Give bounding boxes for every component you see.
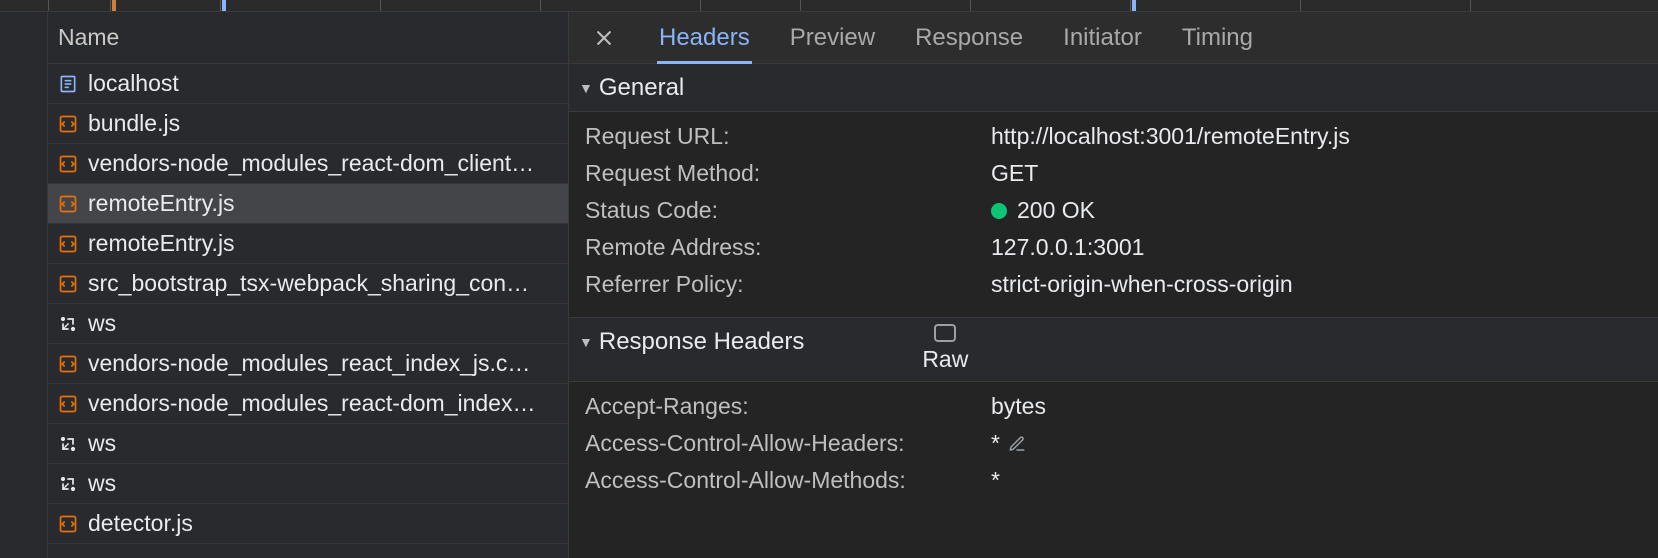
kv-value-text: http://localhost:3001/remoteEntry.js: [991, 123, 1350, 150]
general-row: Request Method:GET: [569, 155, 1658, 192]
script-icon: [58, 154, 78, 174]
request-row-label: ws: [88, 470, 568, 497]
response-header-row: Access-Control-Allow-Methods:*: [569, 462, 1658, 499]
request-row-label: vendors-node_modules_react_index_js.c…: [88, 350, 568, 377]
kv-value-text: 127.0.0.1:3001: [991, 234, 1144, 261]
name-column-header[interactable]: Name: [48, 12, 568, 64]
response-header-row: Access-Control-Allow-Headers:*: [569, 425, 1658, 462]
general-section-title: General: [599, 74, 684, 102]
kv-key: Status Code:: [585, 197, 991, 224]
tab-initiator[interactable]: Initiator: [1043, 12, 1162, 63]
request-row-label: src_bootstrap_tsx-webpack_sharing_con…: [88, 270, 568, 297]
kv-key: Remote Address:: [585, 234, 991, 261]
request-row[interactable]: src_bootstrap_tsx-webpack_sharing_con…: [48, 264, 568, 304]
websocket-icon: [58, 314, 78, 334]
websocket-icon: [58, 434, 78, 454]
kv-value: *: [991, 467, 1000, 494]
request-row-label: vendors-node_modules_react-dom_client…: [88, 150, 568, 177]
script-icon: [58, 394, 78, 414]
script-icon: [58, 514, 78, 534]
request-row[interactable]: bundle.js: [48, 104, 568, 144]
websocket-icon: [58, 474, 78, 494]
raw-checkbox[interactable]: [934, 324, 956, 342]
general-row: Referrer Policy:strict-origin-when-cross…: [569, 266, 1658, 303]
script-icon: [58, 274, 78, 294]
tab-headers[interactable]: Headers: [639, 12, 770, 63]
kv-value: 200 OK: [991, 197, 1095, 224]
kv-key: Request Method:: [585, 160, 991, 187]
script-icon: [58, 354, 78, 374]
request-row[interactable]: ws: [48, 464, 568, 504]
request-row[interactable]: ws: [48, 424, 568, 464]
kv-key: Access-Control-Allow-Methods:: [585, 467, 991, 494]
response-header-row: Accept-Ranges:bytes: [569, 388, 1658, 425]
name-column-label: Name: [58, 24, 119, 51]
kv-value-text: *: [991, 430, 1000, 457]
request-row-label: ws: [88, 310, 568, 337]
script-icon: [58, 194, 78, 214]
close-icon[interactable]: [587, 21, 621, 55]
kv-value: http://localhost:3001/remoteEntry.js: [991, 123, 1350, 150]
kv-key: Access-Control-Allow-Headers:: [585, 430, 991, 457]
request-row-label: remoteEntry.js: [88, 230, 568, 257]
status-dot-icon: [991, 203, 1007, 219]
raw-label: Raw: [922, 346, 968, 373]
chevron-down-icon: ▼: [579, 334, 593, 350]
response-headers-section-header[interactable]: ▼ Response Headers: [579, 318, 804, 366]
tab-timing[interactable]: Timing: [1162, 12, 1273, 63]
request-row-label: bundle.js: [88, 110, 568, 137]
kv-value-text: *: [991, 467, 1000, 494]
request-row[interactable]: vendors-node_modules_react-dom_client…: [48, 144, 568, 184]
general-section-header[interactable]: ▼ General: [569, 64, 1658, 112]
request-row[interactable]: remoteEntry.js: [48, 184, 568, 224]
kv-value: GET: [991, 160, 1038, 187]
general-row: Status Code: 200 OK: [569, 192, 1658, 229]
request-row-label: localhost: [88, 70, 568, 97]
detail-tabs: HeadersPreviewResponseInitiatorTiming: [569, 12, 1658, 64]
request-row-label: remoteEntry.js: [88, 190, 568, 217]
kv-value: 127.0.0.1:3001: [991, 234, 1144, 261]
kv-value-text: bytes: [991, 393, 1046, 420]
kv-value-text: 200 OK: [1017, 197, 1095, 224]
request-row[interactable]: ws: [48, 304, 568, 344]
document-icon: [58, 74, 78, 94]
left-gutter: [0, 12, 48, 558]
request-name-panel: Name localhost bundle.js vendors-node_modu…: [48, 12, 569, 558]
kv-value: bytes: [991, 393, 1046, 420]
script-icon: [58, 234, 78, 254]
tab-preview[interactable]: Preview: [770, 12, 895, 63]
request-row[interactable]: vendors-node_modules_react-dom_index…: [48, 384, 568, 424]
edit-icon[interactable]: [1008, 435, 1026, 453]
request-row[interactable]: vendors-node_modules_react_index_js.c…: [48, 344, 568, 384]
request-row[interactable]: remoteEntry.js: [48, 224, 568, 264]
kv-key: Accept-Ranges:: [585, 393, 991, 420]
request-row-label: ws: [88, 430, 568, 457]
request-row[interactable]: detector.js: [48, 504, 568, 544]
timeline-overview[interactable]: [0, 0, 1658, 12]
tab-response[interactable]: Response: [895, 12, 1043, 63]
kv-key: Referrer Policy:: [585, 271, 991, 298]
chevron-down-icon: ▼: [579, 80, 593, 96]
general-row: Remote Address:127.0.0.1:3001: [569, 229, 1658, 266]
kv-key: Request URL:: [585, 123, 991, 150]
kv-value: strict-origin-when-cross-origin: [991, 271, 1293, 298]
request-row[interactable]: localhost: [48, 64, 568, 104]
request-row-label: vendors-node_modules_react-dom_index…: [88, 390, 568, 417]
general-row: Request URL:http://localhost:3001/remote…: [569, 118, 1658, 155]
response-headers-title: Response Headers: [599, 328, 804, 356]
detail-panel: HeadersPreviewResponseInitiatorTiming ▼ …: [569, 12, 1658, 558]
script-icon: [58, 114, 78, 134]
kv-value-text: GET: [991, 160, 1038, 187]
kv-value: *: [991, 430, 1026, 457]
kv-value-text: strict-origin-when-cross-origin: [991, 271, 1293, 298]
request-row-label: detector.js: [88, 510, 568, 537]
